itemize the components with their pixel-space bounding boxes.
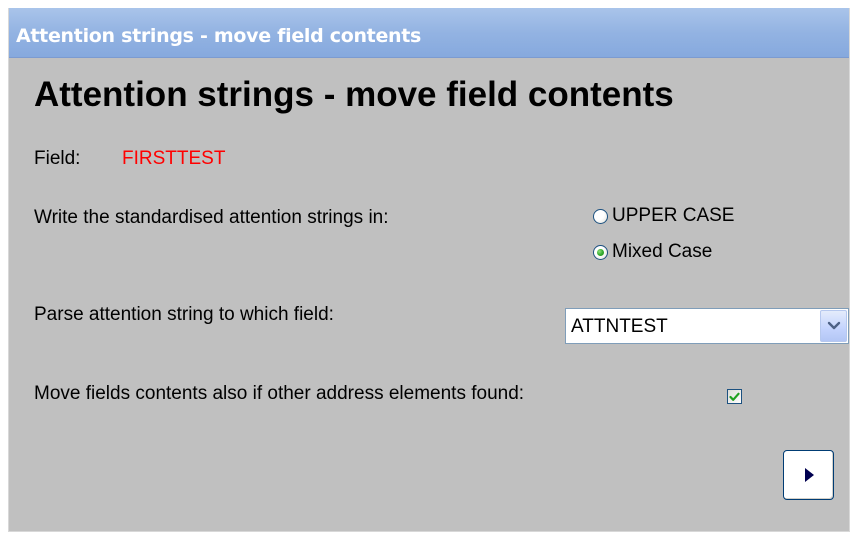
page-title: Attention strings - move field contents: [34, 75, 674, 114]
title-bar: Attention strings - move field contents: [9, 8, 849, 58]
field-value: FIRSTTEST: [122, 148, 226, 169]
parse-field-selected-value: ATTNTEST: [571, 316, 668, 337]
parse-field-select[interactable]: ATTNTEST: [565, 308, 849, 344]
radio-button-selected-icon: [593, 244, 608, 260]
radio-mixed-case-label: Mixed Case: [612, 241, 713, 262]
case-option-label: Write the standardised attention strings…: [34, 207, 389, 228]
field-label: Field:: [34, 148, 81, 169]
window-title: Attention strings - move field contents: [16, 25, 422, 47]
chevron-down-icon: [827, 321, 840, 330]
play-icon: [804, 468, 814, 482]
next-button[interactable]: [783, 450, 834, 500]
radio-upper-case[interactable]: UPPER CASE: [593, 205, 734, 227]
radio-mixed-case[interactable]: Mixed Case: [593, 241, 712, 263]
dialog-window: Attention strings - move field contents …: [8, 8, 850, 532]
radio-button-icon: [593, 208, 608, 224]
radio-dot-icon: [597, 248, 604, 256]
move-contents-label: Move fields contents also if other addre…: [34, 383, 525, 404]
parse-field-label: Parse attention string to which field:: [34, 304, 334, 325]
radio-upper-case-label: UPPER CASE: [612, 205, 735, 226]
checkmark-icon: [729, 392, 740, 401]
move-contents-checkbox[interactable]: [727, 389, 742, 404]
dropdown-button[interactable]: [820, 310, 847, 342]
